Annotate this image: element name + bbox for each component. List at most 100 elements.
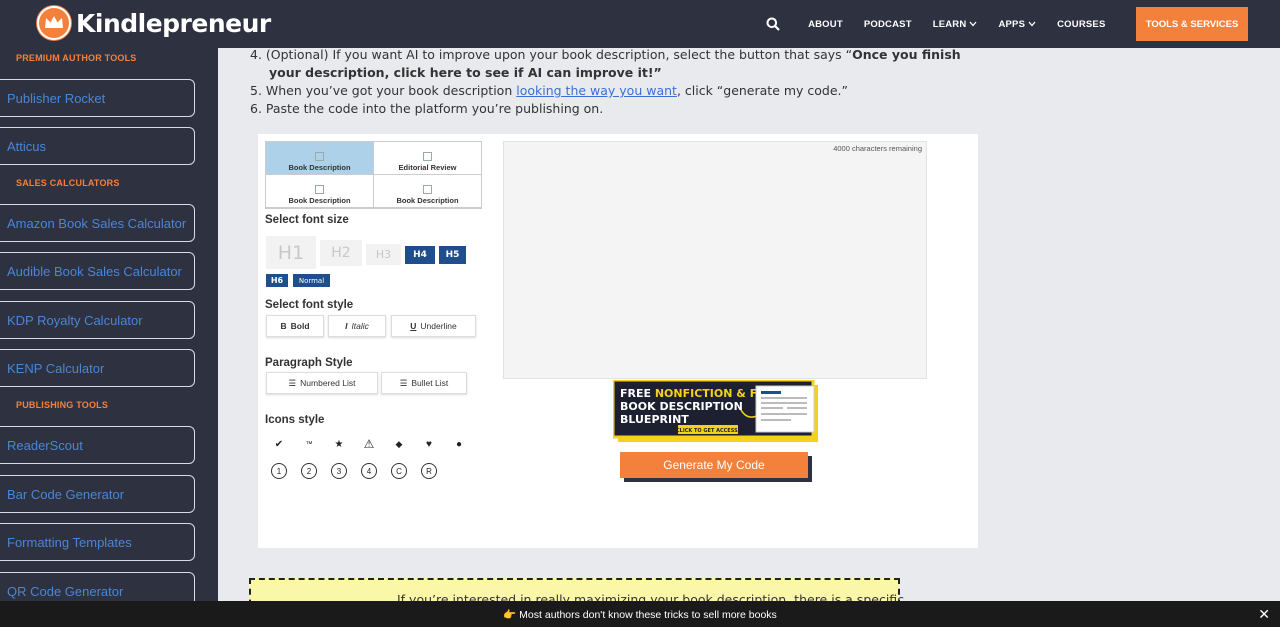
notification-text: Most authors don't know these tricks to … xyxy=(516,608,777,621)
bullet-list-icon: ☰ xyxy=(399,377,408,388)
nav-podcast-label: PODCAST xyxy=(863,18,912,30)
italic-button[interactable]: I Italic xyxy=(328,315,386,337)
blueprint-banner-ad[interactable]: FREE NONFICTION & FICTION BOOK DESCRIPTI… xyxy=(613,380,821,444)
tab-label: Editorial Review xyxy=(398,163,457,172)
sidebar-item-audible-calculator[interactable]: Audible Book Sales Calculator xyxy=(0,252,195,290)
numbered-list-icon: ☰ xyxy=(288,377,297,388)
h4-button[interactable]: H4 xyxy=(405,246,435,264)
nav-about[interactable]: ABOUT xyxy=(808,19,843,30)
description-generator: Book Description Editorial Review Book D… xyxy=(258,134,978,548)
pointing-hand-icon: 👉 xyxy=(503,608,517,621)
search-icon[interactable] xyxy=(766,17,780,31)
bold-button[interactable]: B Bold xyxy=(266,315,324,337)
tab-book-description-2[interactable]: Book Description xyxy=(266,175,374,208)
promo-text: If you’re interested in really maximizin… xyxy=(397,592,905,601)
generate-code-button[interactable]: Generate My Code xyxy=(620,452,808,478)
bullet-list-label: Bullet List xyxy=(411,378,449,388)
h6-button[interactable]: H6 xyxy=(266,274,288,287)
h5-button[interactable]: H5 xyxy=(439,246,466,264)
sidebar-item-label: Bar Code Generator xyxy=(7,486,125,502)
tab-book-description[interactable]: Book Description xyxy=(266,142,374,175)
sidebar-item-kenp[interactable]: KENP Calculator xyxy=(0,349,195,387)
description-textarea[interactable]: 4000 characters remaining xyxy=(503,141,927,379)
circled-one-icon[interactable]: 1 xyxy=(271,463,287,479)
star-icon[interactable]: ★ xyxy=(331,436,347,452)
sidebar-item-amazon-calculator[interactable]: Amazon Book Sales Calculator xyxy=(0,204,195,242)
h2-button[interactable]: H2 xyxy=(320,240,362,266)
sidebar-heading-publishing: PUBLISHING TOOLS xyxy=(16,400,109,410)
circled-four-icon[interactable]: 4 xyxy=(361,463,377,479)
h1-button[interactable]: H1 xyxy=(266,236,316,269)
logo-text: Kindlepreneur xyxy=(76,8,271,38)
nav-podcast[interactable]: PODCAST xyxy=(864,19,912,30)
step-5: 5. When you’ve got your book description… xyxy=(250,82,910,100)
site-logo[interactable]: Kindlepreneur xyxy=(36,5,271,41)
bold-label: Bold xyxy=(290,321,310,331)
registered-icon[interactable]: R xyxy=(421,463,437,479)
numbered-list-label: Numbered List xyxy=(300,378,356,388)
normal-button[interactable]: Normal xyxy=(293,274,330,287)
checkmark-icon[interactable]: ✔ xyxy=(271,436,287,452)
tab-label: Book Description xyxy=(396,196,459,205)
tools-services-button[interactable]: TOOLS & SERVICES xyxy=(1136,7,1248,41)
main-nav: ABOUT PODCAST LEARN APPS COURSES TOOLS &… xyxy=(766,0,1248,48)
top-navbar: Kindlepreneur ABOUT PODCAST LEARN APPS C… xyxy=(0,0,1280,48)
font-size-label: Select font size xyxy=(265,214,349,226)
heart-icon[interactable]: ♥ xyxy=(421,436,437,452)
promo-box: If you’re interested in really maximizin… xyxy=(249,578,904,601)
broken-image-icon xyxy=(423,152,432,161)
sidebar-item-label: KENP Calculator xyxy=(7,360,105,376)
broken-image-icon xyxy=(315,152,324,161)
underline-icon: U xyxy=(410,321,417,331)
sidebar-item-label: Formatting Templates xyxy=(7,534,132,550)
sidebar-item-atticus[interactable]: Atticus xyxy=(0,127,195,165)
warning-icon[interactable]: ⚠ xyxy=(361,436,377,452)
notification-bar[interactable]: 👉 Most authors don't know these tricks t… xyxy=(0,601,1280,627)
sidebar-item-formatting[interactable]: Formatting Templates xyxy=(0,523,195,561)
step-4-bold-cont: your description, click here to see if A… xyxy=(269,65,662,80)
sidebar-item-barcode[interactable]: Bar Code Generator xyxy=(0,475,195,513)
tab-editorial-review[interactable]: Editorial Review xyxy=(374,142,482,175)
sidebar-item-kdp-royalty[interactable]: KDP Royalty Calculator xyxy=(0,301,195,339)
crown-logo-icon xyxy=(36,5,72,41)
nav-learn[interactable]: LEARN xyxy=(933,19,978,30)
trademark-icon[interactable]: ™ xyxy=(301,436,317,452)
nav-apps-label: APPS xyxy=(998,18,1026,30)
numbered-list-button[interactable]: ☰ Numbered List xyxy=(266,372,378,394)
circled-three-icon[interactable]: 3 xyxy=(331,463,347,479)
sidebar-item-label: KDP Royalty Calculator xyxy=(7,312,143,328)
broken-image-icon xyxy=(423,185,432,194)
sidebar-item-label: QR Code Generator xyxy=(7,583,124,599)
tab-label: Book Description xyxy=(288,163,351,172)
bullet-list-button[interactable]: ☰ Bullet List xyxy=(381,372,467,394)
sidebar-item-readerscout[interactable]: ReaderScout xyxy=(0,426,195,464)
dot-icon[interactable]: ● xyxy=(451,436,467,452)
chevron-down-icon xyxy=(1028,21,1036,27)
nav-courses[interactable]: COURSES xyxy=(1057,19,1105,30)
sidebar-item-publisher-rocket[interactable]: Publisher Rocket xyxy=(0,79,195,117)
sidebar-item-label: ReaderScout xyxy=(7,437,83,453)
nav-learn-label: LEARN xyxy=(932,18,967,30)
step-4: 4. (Optional) If you want AI to improve … xyxy=(250,48,961,64)
italic-label: Italic xyxy=(351,321,369,331)
step-5-link[interactable]: looking the way you want xyxy=(516,83,677,98)
diamond-icon[interactable]: ◆ xyxy=(391,436,407,452)
close-icon[interactable]: ✕ xyxy=(1258,606,1270,623)
italic-icon: I xyxy=(345,321,348,331)
h3-button[interactable]: H3 xyxy=(366,244,401,265)
sidebar-item-qr-code[interactable]: QR Code Generator xyxy=(0,572,195,601)
sidebar-heading-premium: PREMIUM AUTHOR TOOLS xyxy=(16,53,137,63)
instructions: 4. (Optional) If you want AI to improve … xyxy=(250,48,961,118)
nav-apps[interactable]: APPS xyxy=(998,19,1036,30)
underline-button[interactable]: U Underline xyxy=(391,315,476,337)
tab-book-description-3[interactable]: Book Description xyxy=(374,175,482,208)
banner-line1a: FREE xyxy=(620,387,655,400)
step-4-text: 4. (Optional) If you want AI to improve … xyxy=(250,48,853,62)
sidebar-heading-sales: SALES CALCULATORS xyxy=(16,178,120,188)
characters-remaining: 4000 characters remaining xyxy=(833,144,922,153)
step-4-cont: your description, click here to see if A… xyxy=(250,64,910,82)
sidebar: PREMIUM AUTHOR TOOLS Publisher Rocket At… xyxy=(0,48,218,601)
copyright-icon[interactable]: C xyxy=(391,463,407,479)
circled-two-icon[interactable]: 2 xyxy=(301,463,317,479)
step-5-text-end: , click “generate my code.” xyxy=(676,83,849,98)
